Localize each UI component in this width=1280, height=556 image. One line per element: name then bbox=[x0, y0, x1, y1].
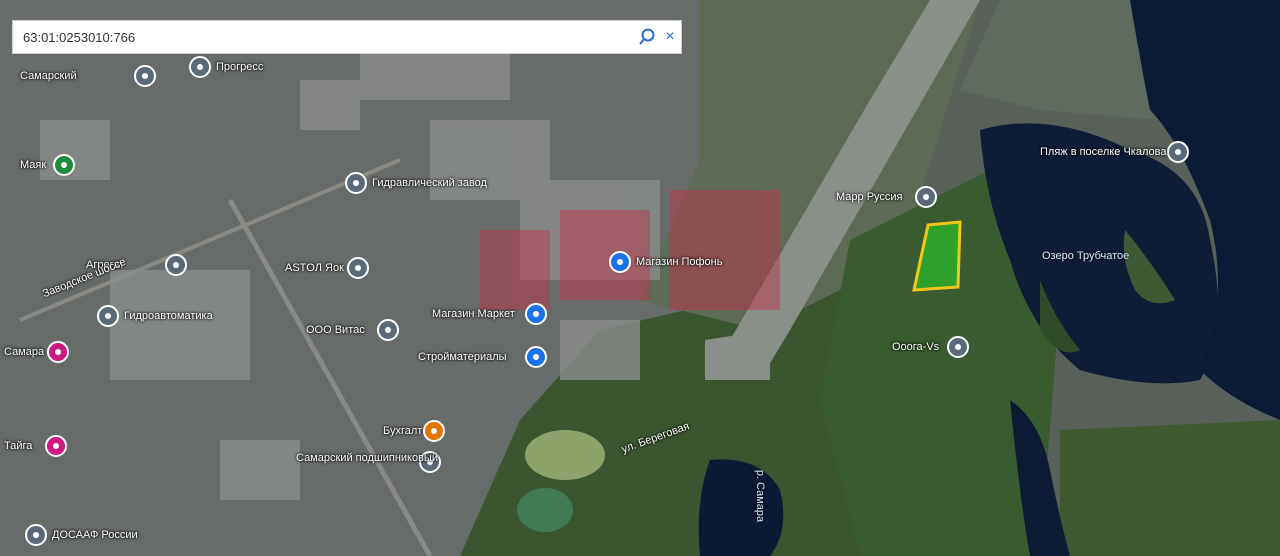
pin-icon[interactable] bbox=[189, 56, 211, 78]
pin-icon[interactable] bbox=[165, 254, 187, 276]
poi-label[interactable]: Гидроавтоматика bbox=[124, 310, 213, 322]
poi-label[interactable]: Маяк bbox=[20, 159, 46, 171]
shopping-icon[interactable] bbox=[609, 251, 631, 273]
poi-label[interactable]: Марр Руссия bbox=[836, 191, 903, 203]
poi-label[interactable]: Самара bbox=[4, 346, 44, 358]
shopping-icon[interactable] bbox=[525, 303, 547, 325]
poi-label[interactable]: Самарский подшипниковый bbox=[296, 452, 438, 464]
poi-label[interactable]: ДОСААФ России bbox=[52, 529, 138, 541]
search-bar: × bbox=[12, 20, 682, 54]
pin-icon[interactable] bbox=[345, 172, 367, 194]
clear-search-button[interactable]: × bbox=[659, 28, 681, 46]
poi-label[interactable]: Прогресс bbox=[216, 61, 263, 73]
search-input[interactable] bbox=[21, 21, 635, 53]
pin-icon[interactable] bbox=[97, 305, 119, 327]
poi-label[interactable]: ООО Витас bbox=[306, 324, 365, 336]
pin-icon[interactable] bbox=[134, 65, 156, 87]
poi-label[interactable]: Тайга bbox=[4, 440, 32, 452]
poi-label[interactable]: Гидравлический завод bbox=[372, 177, 487, 189]
pin-icon[interactable] bbox=[915, 186, 937, 208]
shopping-icon[interactable] bbox=[525, 346, 547, 368]
pin-icon[interactable] bbox=[1167, 141, 1189, 163]
pin-icon[interactable] bbox=[45, 435, 67, 457]
pin-icon[interactable] bbox=[47, 341, 69, 363]
poi-label[interactable]: Ооога-Vs bbox=[892, 341, 939, 353]
search-icon[interactable] bbox=[635, 22, 659, 52]
pin-icon[interactable] bbox=[25, 524, 47, 546]
pin-icon[interactable] bbox=[53, 154, 75, 176]
poi-label[interactable]: Самарский bbox=[20, 70, 77, 82]
pin-icon[interactable] bbox=[377, 319, 399, 341]
poi-label[interactable]: Стройматериалы bbox=[418, 351, 507, 363]
river-label: р. Самара bbox=[754, 469, 767, 523]
pin-icon[interactable] bbox=[947, 336, 969, 358]
lake-label: Озеро Трубчатое bbox=[1042, 250, 1130, 262]
food-icon[interactable] bbox=[423, 420, 445, 442]
satellite-map[interactable] bbox=[0, 0, 1280, 556]
poi-label[interactable]: Магазин Пофонь bbox=[636, 256, 723, 268]
poi-label[interactable]: ASTOЛ Яок bbox=[285, 262, 344, 274]
poi-label[interactable]: Пляж в поселке Чкалова bbox=[1040, 146, 1166, 158]
pin-icon[interactable] bbox=[347, 257, 369, 279]
poi-label[interactable]: Бухгалт bbox=[383, 425, 422, 437]
poi-label[interactable]: Магазин Маркет bbox=[432, 308, 515, 320]
